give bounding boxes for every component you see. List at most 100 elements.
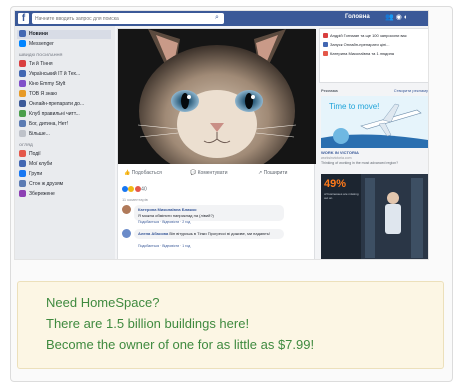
sidebar-item[interactable]: Більше... — [19, 130, 50, 139]
left-sidebar: Новини Messenger ШВИДКІ ПОСИЛАННЯ Ти й Тінн… — [15, 26, 115, 259]
avatar[interactable] — [122, 229, 131, 238]
comment-meta[interactable]: Подобається · Відповісти · 2 год — [138, 220, 190, 224]
ad-url[interactable]: worksinvictoria.com — [321, 156, 352, 160]
facebook-logo-icon[interactable]: f — [18, 13, 29, 24]
sidebar-item[interactable]: Події — [19, 150, 41, 159]
sidebar-item-icon — [19, 90, 26, 98]
sidebar-item-icon — [19, 130, 26, 138]
comment-text: Я можна обміняти наприклад на (лівий?) — [138, 213, 214, 218]
ad-headline: Time to move! — [329, 102, 380, 111]
sidebar-item-label: Події — [29, 151, 41, 157]
promo-line-3: Become the owner of one for as little as… — [46, 337, 315, 352]
sidebar-item[interactable]: Ти й Тіння — [19, 60, 53, 69]
sidebar-item[interactable]: Групи — [19, 170, 42, 179]
sidebar-item-icon — [19, 160, 26, 168]
sidebar-section-title: ШВИДКІ ПОСИЛАННЯ — [19, 52, 63, 57]
news-feed-post: 👍 Подобається 💬 Коментувати ↗ Поширити 4… — [117, 28, 316, 259]
sidebar-item-icon — [19, 70, 26, 78]
comment-bubble: Катерина Миколаївна Блажко Я можна обмін… — [134, 205, 284, 221]
sponsored-panel: Реклама Створити рекламу Time to move! W… — [319, 86, 428, 259]
sidebar-item[interactable]: Кіно Emmy Stylt — [19, 80, 65, 89]
share-button[interactable]: ↗ Поширити — [258, 170, 287, 176]
promo-line-1: Need HomeSpace? — [46, 295, 160, 310]
sidebar-item-label: ТОВ Я знаю — [29, 91, 58, 97]
sidebar-item-label: Стон ж друзям — [29, 181, 64, 187]
sidebar-item-label: Групи — [29, 171, 43, 177]
sidebar-item[interactable]: ТОВ Я знаю — [19, 90, 57, 99]
notification-item[interactable]: Андрій Гончман та ще 100 запросили вас — [323, 33, 407, 39]
sidebar-item-label: Мої клуби — [29, 161, 53, 167]
like-reaction-icon — [122, 186, 128, 192]
love-reaction-icon — [134, 186, 141, 192]
facebook-top-bar: f ⌕ Головна 👥◉◐ — [15, 11, 428, 26]
sidebar-item-label: Ти й Тіння — [29, 61, 53, 67]
ad-description: Thinking of working in the most advanced… — [321, 161, 399, 165]
sidebar-item-label: Messenger — [29, 41, 54, 47]
sidebar-item-label: Клуб правильні читт... — [29, 111, 80, 117]
notification-icon — [323, 42, 328, 48]
sidebar-item-label: Кіно Emmy Stylt — [29, 81, 66, 87]
sidebar-item-icon — [19, 120, 26, 128]
comment-meta[interactable]: Подобається · Відповісти · 1 год — [138, 244, 190, 248]
ad-percentage: 49% — [324, 178, 347, 190]
haha-reaction-icon — [128, 186, 135, 192]
sidebar-item[interactable]: Стон ж друзям — [19, 180, 63, 189]
sidebar-item-icon — [19, 190, 26, 198]
sidebar-item-icon — [19, 180, 26, 188]
sidebar-item-label: Більше... — [29, 131, 50, 137]
sidebar-item[interactable]: Мої клуби — [19, 160, 52, 169]
like-button[interactable]: 👍 Подобається — [124, 170, 162, 176]
sidebar-item-icon — [19, 60, 26, 68]
comment-bubble: Алена Абасова Він вітуришь в Тінки Прогр… — [134, 229, 284, 239]
comment-author[interactable]: Катерина Миколаївна Блажко — [138, 207, 197, 212]
sidebar-item-icon — [19, 40, 26, 48]
right-column: Андрій Гончман та ще 100 запросили вас З… — [319, 28, 428, 259]
ad-datacenter[interactable]: 49% of businesses are missing out on — [321, 174, 428, 259]
comment-text: Він вітуришь в Тінки Прогрессі ві доживе… — [169, 231, 271, 236]
kitten-photo[interactable] — [118, 29, 316, 164]
sidebar-item[interactable]: Бог, дитина, Нет! — [19, 120, 68, 129]
sidebar-item-label: Новини — [29, 31, 48, 37]
ad-title[interactable]: WORK IN VICTORIA — [321, 150, 359, 155]
sidebar-item[interactable]: Messenger — [19, 40, 54, 49]
comments-count[interactable]: 11 коментарів — [122, 197, 148, 202]
comment-author[interactable]: Алена Абасова — [138, 231, 168, 236]
profile-link[interactable]: Головна — [345, 14, 370, 20]
sidebar-item-label: Збережене — [29, 191, 55, 197]
create-ad-link[interactable]: Створити рекламу — [394, 88, 428, 93]
ads-title: Реклама — [321, 88, 338, 93]
notification-icon — [323, 51, 328, 57]
homespace-promo-box: Need HomeSpace? There are 1.5 billion bu… — [17, 281, 444, 369]
notification-icon — [323, 33, 328, 39]
sidebar-item[interactable]: Український IT й Тех... — [19, 70, 80, 79]
facebook-screenshot: f ⌕ Головна 👥◉◐ Новини Messenger ШВИДКІ ПО… — [14, 10, 429, 260]
sidebar-item[interactable]: Клуб правильні читт... — [19, 110, 80, 119]
reactions-summary[interactable]: 40 — [122, 186, 147, 192]
avatar[interactable] — [122, 205, 131, 214]
sidebar-item-icon — [19, 170, 26, 178]
notifications-panel: Андрій Гончман та ще 100 запросили вас З… — [319, 28, 428, 83]
post-actions-bar: 👍 Подобається 💬 Коментувати ↗ Поширити — [118, 167, 316, 181]
sidebar-section-title: ОГЛЯД — [19, 142, 33, 147]
sidebar-item-icon — [19, 110, 26, 118]
sidebar-item-label: Бог, дитина, Нет! — [29, 121, 69, 127]
sidebar-item-icon — [19, 150, 26, 158]
sidebar-item-label: Онлайн-препарати до... — [29, 101, 85, 107]
reactions-count: 40 — [141, 186, 147, 193]
sidebar-item-icon — [19, 100, 26, 108]
promo-line-2: There are 1.5 billion buildings here! — [46, 316, 250, 331]
notification-item[interactable]: Катерина Миколаївна та 1 людина — [323, 51, 394, 57]
ad-victoria[interactable]: Time to move! — [321, 96, 428, 148]
sidebar-item[interactable]: Онлайн-препарати до... — [19, 100, 84, 109]
sidebar-item[interactable]: Збережене — [19, 190, 55, 199]
comment-button[interactable]: 💬 Коментувати — [190, 170, 228, 176]
sidebar-item-icon — [19, 30, 26, 38]
search-icon[interactable]: ⌕ — [215, 14, 219, 22]
sidebar-item-label: Український IT й Тех... — [29, 71, 81, 77]
sidebar-item[interactable]: Новини — [17, 30, 111, 39]
ad-text: of businesses are missing out on — [324, 192, 359, 200]
notification-item[interactable]: Запуск Онлайн-препарати ціні... — [323, 42, 389, 48]
sidebar-item-icon — [19, 80, 26, 88]
search-input[interactable] — [32, 13, 224, 24]
notification-icons[interactable]: 👥◉◐ — [385, 13, 410, 21]
